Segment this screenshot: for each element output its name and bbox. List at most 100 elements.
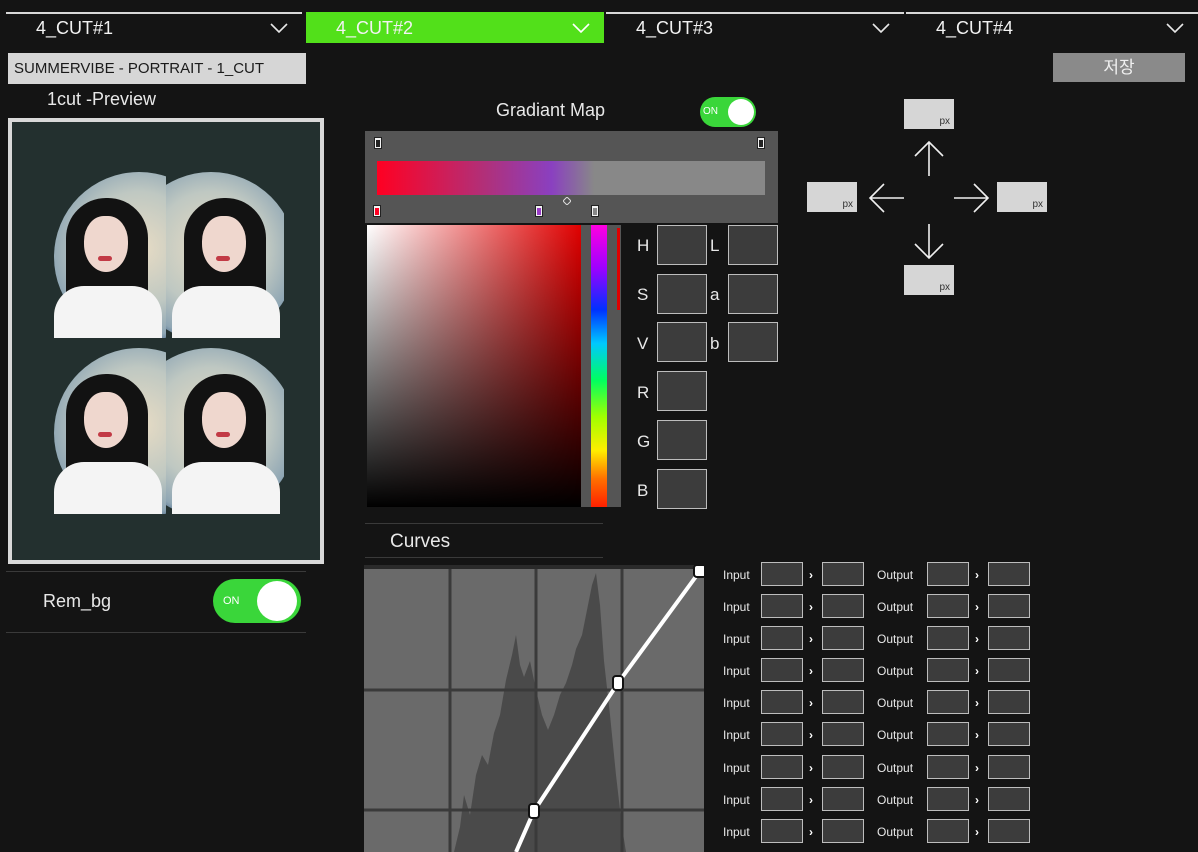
output-field[interactable] <box>927 658 969 682</box>
opacity-stop-left[interactable] <box>374 137 382 149</box>
input-field-to[interactable] <box>822 819 864 843</box>
input-field-to[interactable] <box>822 626 864 650</box>
output-field-to[interactable] <box>988 819 1030 843</box>
output-label: Output <box>877 568 914 582</box>
output-field[interactable] <box>927 819 969 843</box>
input-field[interactable] <box>761 787 803 811</box>
output-field[interactable] <box>927 562 969 586</box>
arrow-up-icon[interactable] <box>912 138 946 178</box>
g-label: G <box>637 432 651 451</box>
preview-photo-2 <box>166 168 284 338</box>
rembg-toggle[interactable]: ON <box>213 579 301 623</box>
h-input[interactable] <box>657 225 707 265</box>
gradient-editor <box>365 131 778 223</box>
hue-slider[interactable] <box>591 225 607 507</box>
color-stop-gray[interactable] <box>591 205 599 217</box>
lab-a-input[interactable] <box>728 274 778 314</box>
chevron-right-icon: › <box>809 696 813 710</box>
color-picker-square[interactable] <box>367 225 581 507</box>
input-field[interactable] <box>761 562 803 586</box>
output-label: Output <box>877 664 914 678</box>
output-field[interactable] <box>927 755 969 779</box>
arrow-right-icon[interactable] <box>952 181 992 215</box>
curve-point-top[interactable] <box>693 565 704 578</box>
color-stop-purple[interactable] <box>535 205 543 217</box>
chevron-right-icon: › <box>809 728 813 742</box>
input-field[interactable] <box>761 722 803 746</box>
r-input[interactable] <box>657 371 707 411</box>
preview-photo-4 <box>166 344 284 514</box>
r-label: R <box>637 383 650 402</box>
chevron-down-icon <box>270 23 288 34</box>
chevron-right-icon: › <box>809 600 813 614</box>
curve-point-mid[interactable] <box>612 675 624 691</box>
output-label: Output <box>877 761 914 775</box>
tab-4cut-3[interactable]: 4_CUT#3 <box>606 12 904 43</box>
input-field-to[interactable] <box>822 722 864 746</box>
gradient-bar[interactable] <box>377 161 765 195</box>
output-field-to[interactable] <box>988 755 1030 779</box>
output-field-to[interactable] <box>988 787 1030 811</box>
output-label: Output <box>877 825 914 839</box>
tab-4cut-4[interactable]: 4_CUT#4 <box>906 12 1198 43</box>
output-field-to[interactable] <box>988 658 1030 682</box>
curves-graph[interactable] <box>364 565 704 852</box>
input-field-to[interactable] <box>822 594 864 618</box>
lab-b-input[interactable] <box>728 322 778 362</box>
arrow-down-icon[interactable] <box>912 222 946 262</box>
v-input[interactable] <box>657 322 707 362</box>
input-field[interactable] <box>761 658 803 682</box>
input-field[interactable] <box>761 690 803 714</box>
preview-label: 1cut -Preview <box>47 89 157 109</box>
input-field-to[interactable] <box>822 658 864 682</box>
divider <box>6 632 306 633</box>
color-stop-red[interactable] <box>373 205 381 217</box>
curve-point-low[interactable] <box>528 803 540 819</box>
input-field[interactable] <box>761 755 803 779</box>
preview-photo-3 <box>48 344 166 514</box>
tab-label: 4_CUT#1 <box>36 18 114 38</box>
h-label: H <box>637 236 650 255</box>
input-label: Input <box>723 825 750 839</box>
rembg-label: Rem_bg <box>43 591 112 611</box>
s-input[interactable] <box>657 274 707 314</box>
input-field[interactable] <box>761 626 803 650</box>
offset-left-input[interactable]: px <box>807 182 857 212</box>
output-field[interactable] <box>927 690 969 714</box>
input-field[interactable] <box>761 594 803 618</box>
output-field-to[interactable] <box>988 722 1030 746</box>
chevron-right-icon: › <box>975 664 979 678</box>
midpoint-diamond-icon[interactable] <box>563 197 571 205</box>
arrow-left-icon[interactable] <box>866 181 906 215</box>
lab-l-input[interactable] <box>728 225 778 265</box>
input-field-to[interactable] <box>822 562 864 586</box>
output-field-to[interactable] <box>988 562 1030 586</box>
input-field[interactable] <box>761 819 803 843</box>
offset-right-input[interactable]: px <box>997 182 1047 212</box>
chevron-right-icon: › <box>809 793 813 807</box>
input-field-to[interactable] <box>822 690 864 714</box>
g-input[interactable] <box>657 420 707 460</box>
opacity-stop-right[interactable] <box>757 137 765 149</box>
output-field[interactable] <box>927 626 969 650</box>
chevron-right-icon: › <box>975 696 979 710</box>
input-label: Input <box>723 793 750 807</box>
output-field[interactable] <box>927 594 969 618</box>
divider <box>365 557 603 558</box>
offset-up-input[interactable]: px <box>904 99 954 129</box>
offset-down-input[interactable]: px <box>904 265 954 295</box>
gradient-map-toggle[interactable]: ON <box>700 97 756 127</box>
chevron-right-icon: › <box>975 728 979 742</box>
output-field-to[interactable] <box>988 626 1030 650</box>
tab-4cut-2[interactable]: 4_CUT#2 <box>306 12 604 43</box>
input-field-to[interactable] <box>822 755 864 779</box>
b-input[interactable] <box>657 469 707 509</box>
output-field-to[interactable] <box>988 690 1030 714</box>
output-field[interactable] <box>927 787 969 811</box>
tab-4cut-1[interactable]: 4_CUT#1 <box>6 12 302 43</box>
input-field-to[interactable] <box>822 787 864 811</box>
save-button[interactable]: 저장 <box>1053 53 1185 82</box>
gradient-map-label: Gradiant Map <box>496 100 606 120</box>
output-field-to[interactable] <box>988 594 1030 618</box>
output-field[interactable] <box>927 722 969 746</box>
